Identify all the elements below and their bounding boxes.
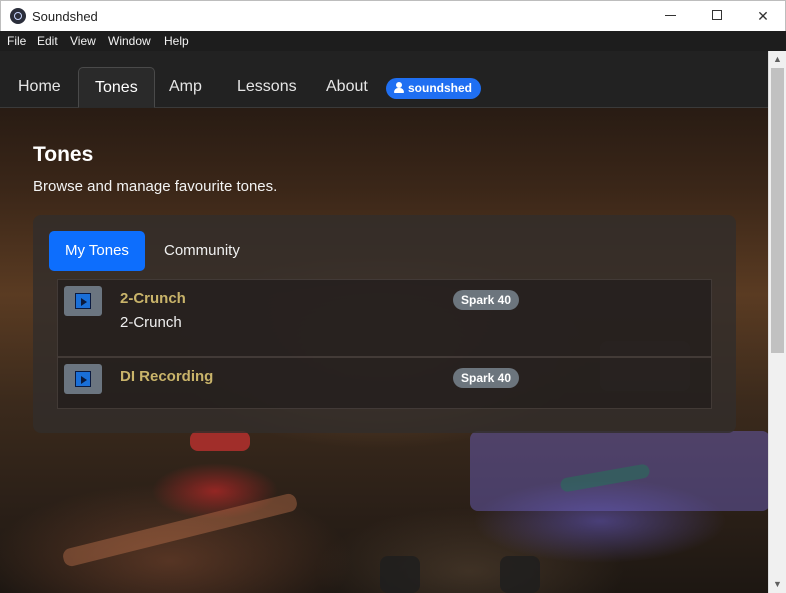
page-subtitle: Browse and manage favourite tones. xyxy=(33,178,278,195)
maximize-button[interactable] xyxy=(694,1,740,31)
maximize-icon xyxy=(712,10,722,20)
close-icon: ✕ xyxy=(757,8,769,24)
menu-edit[interactable]: Edit xyxy=(37,34,58,48)
device-badge: Spark 40 xyxy=(453,290,520,310)
tab-community[interactable]: Community xyxy=(148,231,256,271)
minimize-button[interactable] xyxy=(648,1,694,31)
play-button[interactable] xyxy=(64,364,102,394)
menu-help[interactable]: Help xyxy=(164,34,189,48)
minimize-icon xyxy=(665,15,676,16)
menu-file[interactable]: File xyxy=(7,34,26,48)
background-jack-shape xyxy=(500,556,540,593)
tone-description: 2-Crunch xyxy=(120,314,182,331)
background-cable-shape xyxy=(61,492,299,568)
vertical-scrollbar[interactable]: ▲ ▼ xyxy=(768,51,786,593)
app-logo-icon xyxy=(10,8,26,24)
nav-tab-home[interactable]: Home xyxy=(2,67,77,108)
tone-list: 2-Crunch 2-Crunch Spark 40 DI Recording … xyxy=(57,279,712,409)
scroll-down-icon[interactable]: ▼ xyxy=(769,576,786,593)
nav-tab-about[interactable]: About xyxy=(310,67,384,108)
user-icon xyxy=(394,82,404,93)
play-icon xyxy=(75,371,91,387)
device-badge: Spark 40 xyxy=(453,368,520,388)
menu-window[interactable]: Window xyxy=(108,34,151,48)
main-content: Home Tones Amp Lessons About soundshed T… xyxy=(0,51,768,593)
background-jack-shape xyxy=(380,556,420,593)
page-title: Tones xyxy=(33,143,94,166)
tones-panel: My Tones Community 2-Crunch 2-Crunch Spa… xyxy=(33,215,736,433)
scrollbar-thumb[interactable] xyxy=(771,68,784,353)
user-badge[interactable]: soundshed xyxy=(386,78,482,99)
background-knob-shape xyxy=(190,431,250,451)
play-icon xyxy=(75,293,91,309)
nav-tab-amp[interactable]: Amp xyxy=(153,67,218,108)
window-titlebar: Soundshed ✕ xyxy=(0,0,786,31)
play-button[interactable] xyxy=(64,286,102,316)
nav-tab-tones[interactable]: Tones xyxy=(78,67,155,108)
tone-list-item[interactable]: 2-Crunch 2-Crunch Spark 40 xyxy=(57,279,712,357)
scroll-up-icon[interactable]: ▲ xyxy=(769,51,786,68)
tab-my-tones[interactable]: My Tones xyxy=(49,231,145,271)
top-nav: Home Tones Amp Lessons About soundshed xyxy=(0,51,768,108)
window-title: Soundshed xyxy=(32,9,98,24)
menu-bar: File Edit View Window Help xyxy=(0,31,786,51)
nav-tab-lessons[interactable]: Lessons xyxy=(221,67,313,108)
tone-list-item[interactable]: DI Recording Spark 40 xyxy=(57,357,712,409)
menu-view[interactable]: View xyxy=(70,34,96,48)
tone-name[interactable]: 2-Crunch xyxy=(120,290,186,307)
user-name: soundshed xyxy=(408,81,473,95)
tone-name[interactable]: DI Recording xyxy=(120,368,213,385)
close-button[interactable]: ✕ xyxy=(740,1,786,31)
